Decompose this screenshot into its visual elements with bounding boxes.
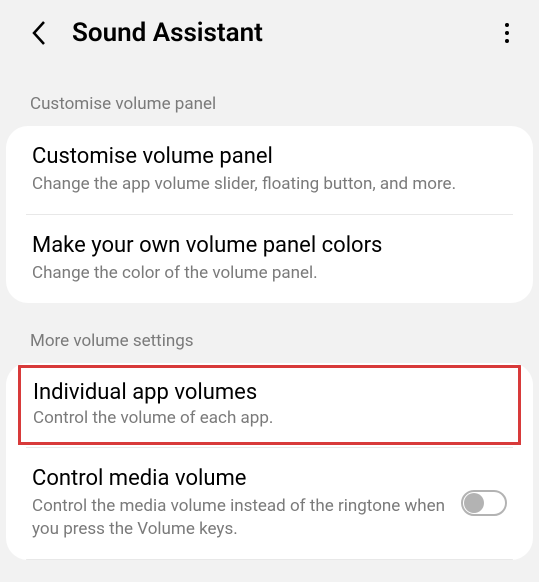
more-settings-card: Individual app volumes Control the volum… [6,363,533,560]
more-options-icon[interactable] [495,21,519,45]
volume-panel-colors-item[interactable]: Make your own volume panel colors Change… [6,215,533,303]
item-desc: Control the volume of each app. [33,407,506,430]
page-title: Sound Assistant [72,18,495,48]
item-title: Customise volume panel [32,144,507,169]
control-media-volume-item[interactable]: Control media volume Control the media v… [6,448,533,559]
item-title: Control media volume [32,466,447,491]
item-desc: Change the app volume slider, floating b… [32,173,507,196]
divider [26,559,513,560]
individual-app-volumes-item[interactable]: Individual app volumes Control the volum… [18,365,521,445]
item-desc: Control the media volume instead of the … [32,495,447,541]
section-label-customise: Customise volume panel [0,66,539,126]
app-header: Sound Assistant [0,0,539,66]
customise-volume-panel-item[interactable]: Customise volume panel Change the app vo… [6,126,533,214]
back-icon[interactable] [28,22,50,44]
section-label-more: More volume settings [0,303,539,363]
media-volume-toggle[interactable] [461,490,507,516]
toggle-knob [464,493,484,513]
customise-card: Customise volume panel Change the app vo… [6,126,533,303]
item-desc: Change the color of the volume panel. [32,262,507,285]
item-title: Make your own volume panel colors [32,233,507,258]
item-title: Individual app volumes [33,380,506,405]
